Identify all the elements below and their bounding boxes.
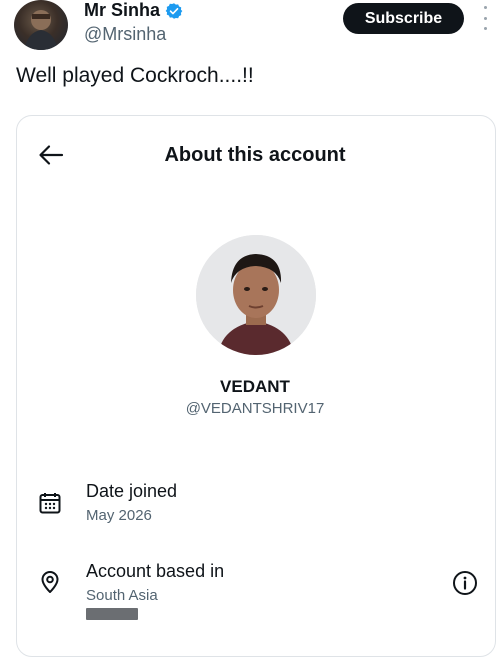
date-joined-label: Date joined bbox=[86, 481, 178, 501]
profile-picture bbox=[196, 235, 316, 355]
date-joined-value: May 2026 bbox=[86, 507, 152, 524]
tweet-text: Well played Cockroch....!! bbox=[16, 64, 254, 87]
author-name-text[interactable]: Mr Sinha bbox=[84, 0, 160, 21]
account-based-in-label: Account based in bbox=[86, 561, 225, 581]
verified-badge-icon bbox=[165, 2, 183, 19]
account-based-in-value: South Asia bbox=[86, 587, 158, 604]
calendar-icon bbox=[39, 493, 61, 514]
subscribe-button[interactable]: Subscribe bbox=[343, 3, 464, 34]
more-options-icon[interactable] bbox=[482, 6, 488, 30]
info-icon[interactable] bbox=[452, 570, 478, 596]
author-avatar[interactable] bbox=[14, 0, 68, 50]
author-name[interactable]: Mr Sinha bbox=[84, 0, 183, 21]
profile-name: VEDANT bbox=[220, 377, 290, 396]
author-handle[interactable]: @Mrsinha bbox=[84, 24, 166, 45]
card-title: About this account bbox=[164, 144, 346, 166]
location-pin-icon bbox=[41, 571, 59, 593]
profile-handle: @VEDANTSHRIV17 bbox=[185, 400, 325, 417]
redaction-bar bbox=[86, 608, 138, 620]
